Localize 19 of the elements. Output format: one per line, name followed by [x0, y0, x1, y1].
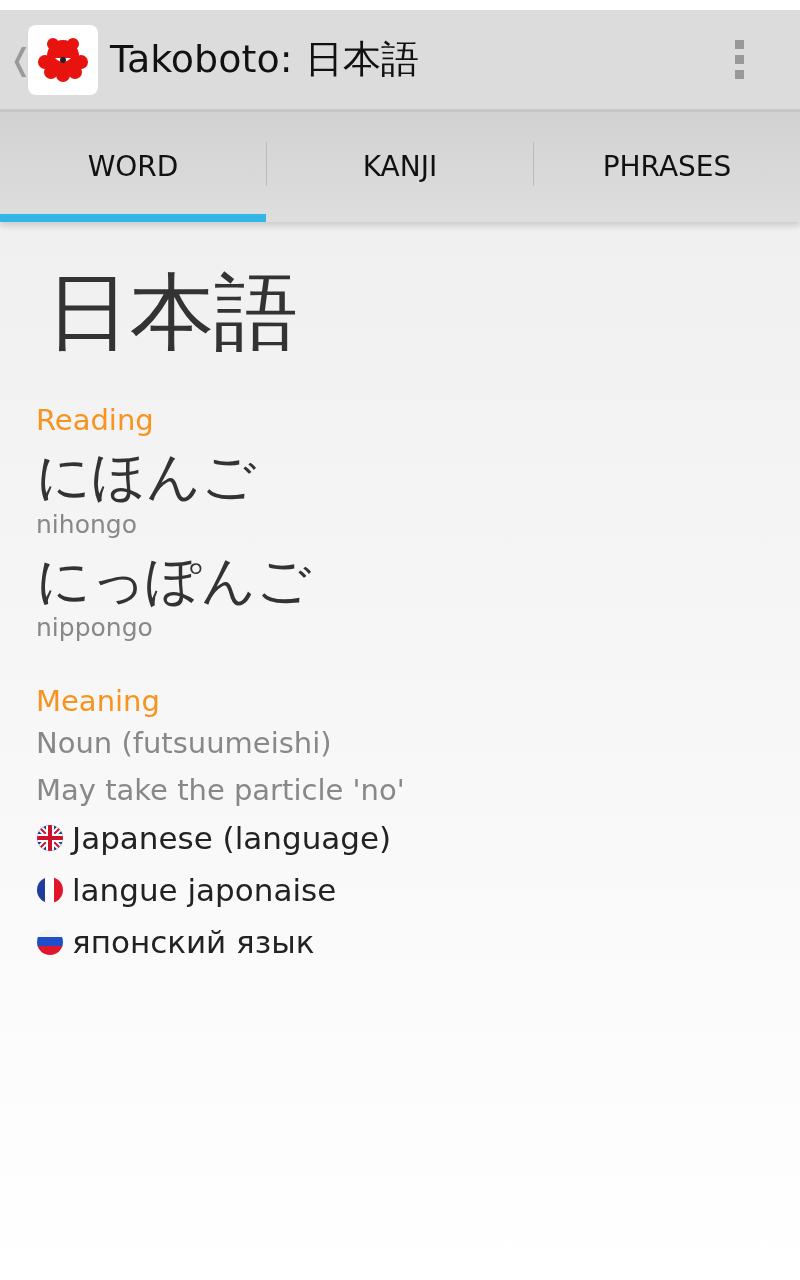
- reading-kana: にほんご: [36, 444, 257, 510]
- app-icon[interactable]: [28, 24, 98, 95]
- grammar-note: Noun (futsuumeishi): [36, 726, 333, 761]
- translation: японский язык: [72, 924, 315, 961]
- section-heading: Meaning: [36, 684, 161, 719]
- section-heading: Reading: [36, 402, 155, 437]
- app-title: Takoboto: 日本語: [110, 36, 420, 83]
- reading-kana: にっぽんご: [36, 548, 312, 614]
- translation: langue japonaise: [72, 872, 337, 909]
- tab[interactable]: PHRASES: [534, 112, 800, 222]
- grammar-note: May take the particle 'no': [36, 773, 406, 808]
- flag-icon: [36, 824, 64, 853]
- flag-icon: [36, 928, 64, 957]
- flag-icon: [36, 876, 64, 905]
- reading-romaji: nippongo: [36, 613, 154, 643]
- tab[interactable]: KANJI: [267, 112, 533, 222]
- word-heading: 日本語: [46, 262, 299, 363]
- reading-romaji: nihongo: [36, 509, 138, 539]
- translation: Japanese (language): [72, 820, 392, 857]
